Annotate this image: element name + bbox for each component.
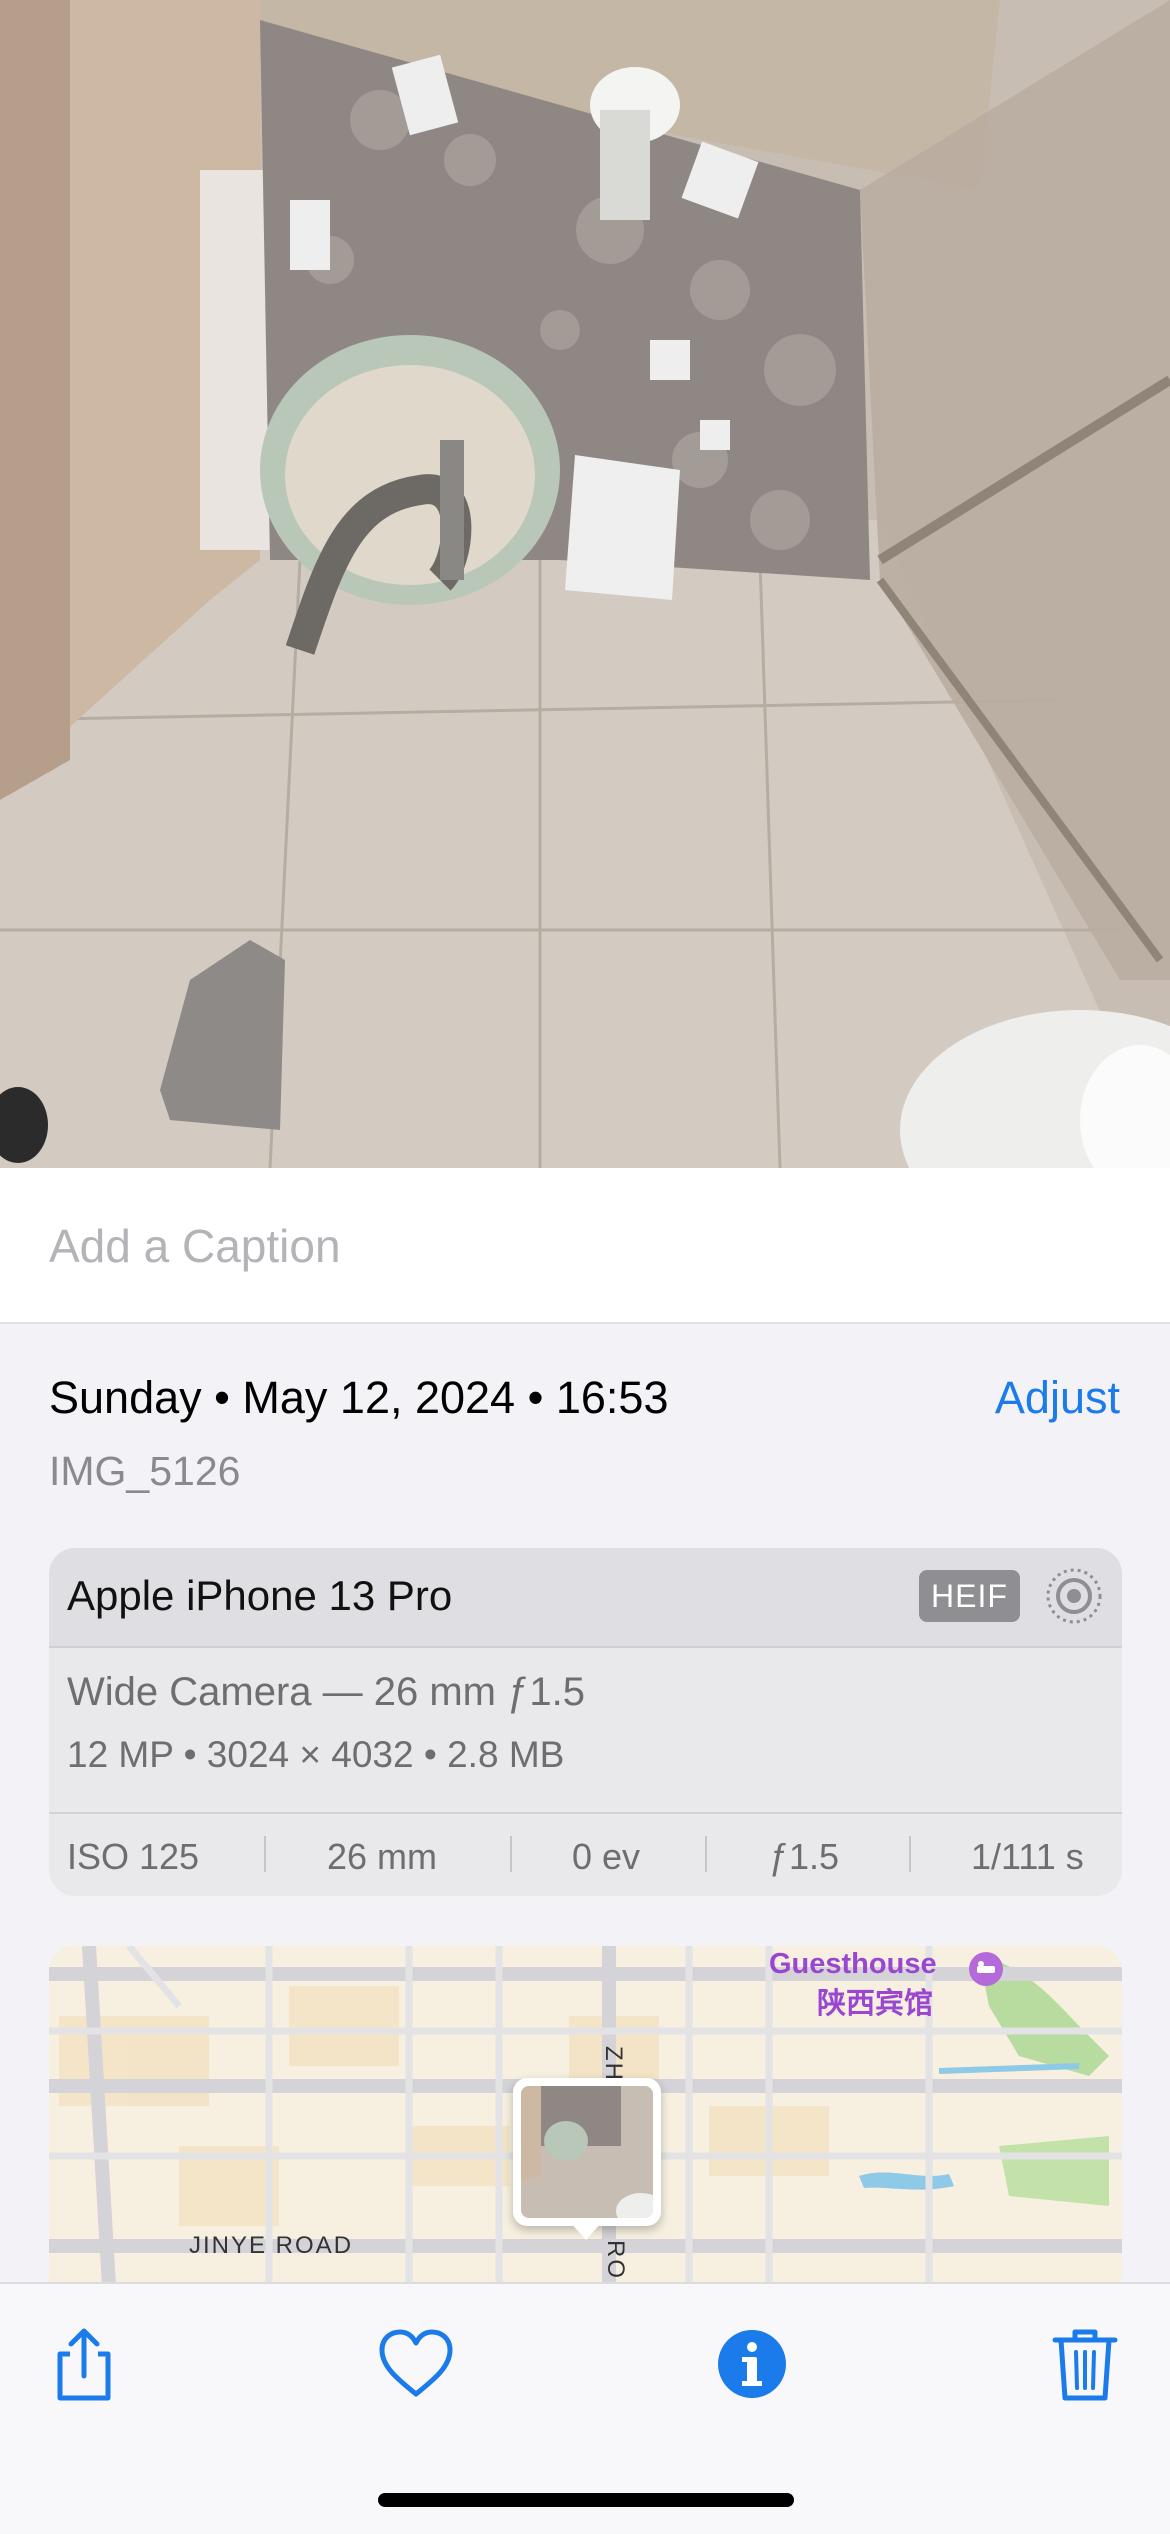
separator-dot: • xyxy=(214,1372,243,1423)
location-map[interactable]: JINYE ROAD ZH RO Guesthouse 陕西宾馆 xyxy=(49,1946,1122,2286)
heart-icon[interactable] xyxy=(376,2324,456,2404)
photo-thumbnail xyxy=(521,2086,653,2218)
separator-dot: • xyxy=(183,1734,207,1775)
separator-dot: • xyxy=(423,1734,448,1775)
exif-shutter: 1/111 s xyxy=(971,1836,1084,1877)
exif-focal-length: 26 mm xyxy=(327,1836,438,1877)
bathroom-photo xyxy=(0,0,1170,1168)
exif-divider xyxy=(264,1836,266,1872)
capture-date: Sunday • May 12, 2024 • 16:53 xyxy=(49,1372,669,1424)
lens-info: Wide Camera — 26 mm ƒ1.5 xyxy=(67,1670,585,1714)
home-indicator[interactable] xyxy=(378,2493,794,2507)
file-size: 2.8 MB xyxy=(447,1734,565,1775)
live-photo-icon[interactable] xyxy=(1044,1566,1104,1626)
road-label-jinye: JINYE ROAD xyxy=(189,2232,354,2259)
adjust-button[interactable]: Adjust xyxy=(995,1372,1120,1424)
exif-exposure: 0 ev xyxy=(572,1836,641,1877)
share-icon[interactable] xyxy=(44,2324,124,2404)
poi-name-en[interactable]: Guesthouse xyxy=(769,1948,937,1981)
exif-aperture: ƒ1.5 xyxy=(769,1836,840,1877)
megapixels: 12 MP xyxy=(67,1734,174,1775)
photo-view[interactable] xyxy=(0,0,1170,1168)
exif-row: ISO 125 26 mm 0 ev ƒ1.5 1/111 s xyxy=(49,1812,1122,1896)
caption-input[interactable] xyxy=(49,1216,1119,1276)
capture-time: 16:53 xyxy=(555,1372,669,1423)
separator-dot: • xyxy=(527,1372,556,1423)
photo-pin-pointer xyxy=(570,2222,602,2240)
info-icon[interactable] xyxy=(712,2324,792,2404)
device-name: Apple iPhone 13 Pro xyxy=(67,1572,453,1619)
image-specs: 12 MP • 3024 × 4032 • 2.8 MB xyxy=(67,1734,564,1776)
photo-location-pin[interactable] xyxy=(513,2078,661,2226)
camera-info-card: Apple iPhone 13 Pro HEIF Wide Camera — 2… xyxy=(49,1548,1122,1896)
capture-date-value: May 12, 2024 xyxy=(242,1372,516,1423)
exif-divider xyxy=(909,1836,911,1872)
road-label-vertical-bottom: RO xyxy=(602,2240,629,2280)
format-badge: HEIF xyxy=(919,1570,1020,1622)
exif-iso: ISO 125 xyxy=(67,1836,200,1877)
trash-icon[interactable] xyxy=(1045,2324,1125,2404)
camera-card-header: Apple iPhone 13 Pro HEIF xyxy=(49,1548,1122,1648)
resolution: 3024 × 4032 xyxy=(206,1734,414,1775)
road-label-vertical-top: ZH xyxy=(600,2046,627,2082)
exif-divider xyxy=(705,1836,707,1872)
filename: IMG_5126 xyxy=(49,1448,241,1494)
exif-divider xyxy=(510,1836,512,1872)
capture-day: Sunday xyxy=(49,1372,202,1423)
poi-name-zh[interactable]: 陕西宾馆 xyxy=(817,1980,933,2022)
hotel-pin-icon[interactable] xyxy=(969,1952,1003,1986)
caption-area xyxy=(0,1168,1170,1324)
